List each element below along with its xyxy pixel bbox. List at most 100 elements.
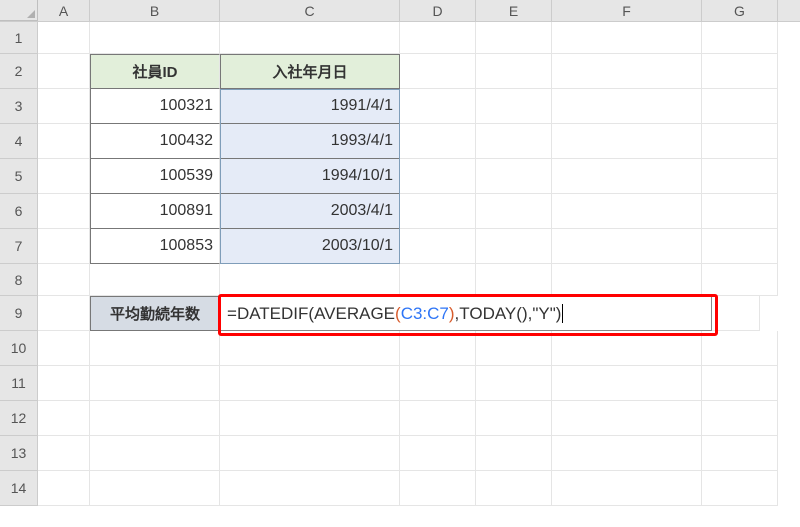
cell-f10[interactable] [552, 331, 702, 366]
cell-b1[interactable] [90, 22, 220, 54]
cell-a9[interactable] [38, 296, 90, 331]
cell-c12[interactable] [220, 401, 400, 436]
cell-b8[interactable] [90, 264, 220, 296]
cell-g12[interactable] [702, 401, 778, 436]
cell-f13[interactable] [552, 436, 702, 471]
cell-b10[interactable] [90, 331, 220, 366]
cell-d1[interactable] [400, 22, 476, 54]
row-header-11[interactable]: 11 [0, 366, 38, 401]
row-header-3[interactable]: 3 [0, 89, 38, 124]
cell-a14[interactable] [38, 471, 90, 506]
cell-e3[interactable] [476, 89, 552, 124]
cell-g14[interactable] [702, 471, 778, 506]
cell-g11[interactable] [702, 366, 778, 401]
cell-g3[interactable] [702, 89, 778, 124]
cell-e13[interactable] [476, 436, 552, 471]
cell-e1[interactable] [476, 22, 552, 54]
cell-d14[interactable] [400, 471, 476, 506]
col-header-e[interactable]: E [476, 0, 552, 21]
cell-f6[interactable] [552, 194, 702, 229]
col-header-c[interactable]: C [220, 0, 400, 21]
cell-g4[interactable] [702, 124, 778, 159]
cell-d2[interactable] [400, 54, 476, 89]
cell-g1[interactable] [702, 22, 778, 54]
cell-d7[interactable] [400, 229, 476, 264]
cell-d13[interactable] [400, 436, 476, 471]
cell-e7[interactable] [476, 229, 552, 264]
cell-e4[interactable] [476, 124, 552, 159]
cell-a4[interactable] [38, 124, 90, 159]
cell-c7[interactable]: 2003/10/1 [220, 229, 400, 264]
cell-g8[interactable] [702, 264, 778, 296]
cell-e8[interactable] [476, 264, 552, 296]
cell-f14[interactable] [552, 471, 702, 506]
cell-a1[interactable] [38, 22, 90, 54]
formula-input-cell[interactable]: =DATEDIF(AVERAGE(C3:C7),TODAY(),"Y") [220, 296, 712, 331]
cell-g7[interactable] [702, 229, 778, 264]
row-header-10[interactable]: 10 [0, 331, 38, 366]
cell-f12[interactable] [552, 401, 702, 436]
cell-a6[interactable] [38, 194, 90, 229]
cell-c8[interactable] [220, 264, 400, 296]
cell-e5[interactable] [476, 159, 552, 194]
cell-d8[interactable] [400, 264, 476, 296]
cell-e6[interactable] [476, 194, 552, 229]
cell-a3[interactable] [38, 89, 90, 124]
cell-a11[interactable] [38, 366, 90, 401]
cell-a5[interactable] [38, 159, 90, 194]
cell-a10[interactable] [38, 331, 90, 366]
col-header-a[interactable]: A [38, 0, 90, 21]
cell-d5[interactable] [400, 159, 476, 194]
cell-d4[interactable] [400, 124, 476, 159]
cell-a8[interactable] [38, 264, 90, 296]
cell-g6[interactable] [702, 194, 778, 229]
cell-f5[interactable] [552, 159, 702, 194]
cell-f8[interactable] [552, 264, 702, 296]
cell-f4[interactable] [552, 124, 702, 159]
col-header-f[interactable]: F [552, 0, 702, 21]
row-header-6[interactable]: 6 [0, 194, 38, 229]
cell-g13[interactable] [702, 436, 778, 471]
cell-g5[interactable] [702, 159, 778, 194]
cell-g2[interactable] [702, 54, 778, 89]
cell-b5[interactable]: 100539 [90, 159, 220, 194]
header-employee-id[interactable]: 社員ID [90, 54, 220, 89]
cell-b7[interactable]: 100853 [90, 229, 220, 264]
cell-c3[interactable]: 1991/4/1 [220, 89, 400, 124]
cell-d6[interactable] [400, 194, 476, 229]
cell-b6[interactable]: 100891 [90, 194, 220, 229]
select-all-corner[interactable] [0, 0, 38, 21]
cell-a7[interactable] [38, 229, 90, 264]
cell-b3[interactable]: 100321 [90, 89, 220, 124]
col-header-b[interactable]: B [90, 0, 220, 21]
cell-g10[interactable] [702, 331, 778, 366]
row-header-5[interactable]: 5 [0, 159, 38, 194]
row-header-7[interactable]: 7 [0, 229, 38, 264]
cell-c1[interactable] [220, 22, 400, 54]
cell-b4[interactable]: 100432 [90, 124, 220, 159]
cell-a12[interactable] [38, 401, 90, 436]
cell-c11[interactable] [220, 366, 400, 401]
row-header-8[interactable]: 8 [0, 264, 38, 296]
cell-d3[interactable] [400, 89, 476, 124]
cell-b11[interactable] [90, 366, 220, 401]
cell-e10[interactable] [476, 331, 552, 366]
cell-d12[interactable] [400, 401, 476, 436]
col-header-d[interactable]: D [400, 0, 476, 21]
summary-label-cell[interactable]: 平均勤続年数 [90, 296, 220, 331]
cell-a2[interactable] [38, 54, 90, 89]
cell-g9[interactable] [712, 296, 760, 331]
cell-c14[interactable] [220, 471, 400, 506]
cell-c5[interactable]: 1994/10/1 [220, 159, 400, 194]
cell-d10[interactable] [400, 331, 476, 366]
cell-e2[interactable] [476, 54, 552, 89]
cell-c6[interactable]: 2003/4/1 [220, 194, 400, 229]
row-header-2[interactable]: 2 [0, 54, 38, 89]
row-header-12[interactable]: 12 [0, 401, 38, 436]
cell-e14[interactable] [476, 471, 552, 506]
cell-f2[interactable] [552, 54, 702, 89]
cell-f7[interactable] [552, 229, 702, 264]
row-header-13[interactable]: 13 [0, 436, 38, 471]
cell-a13[interactable] [38, 436, 90, 471]
row-header-4[interactable]: 4 [0, 124, 38, 159]
